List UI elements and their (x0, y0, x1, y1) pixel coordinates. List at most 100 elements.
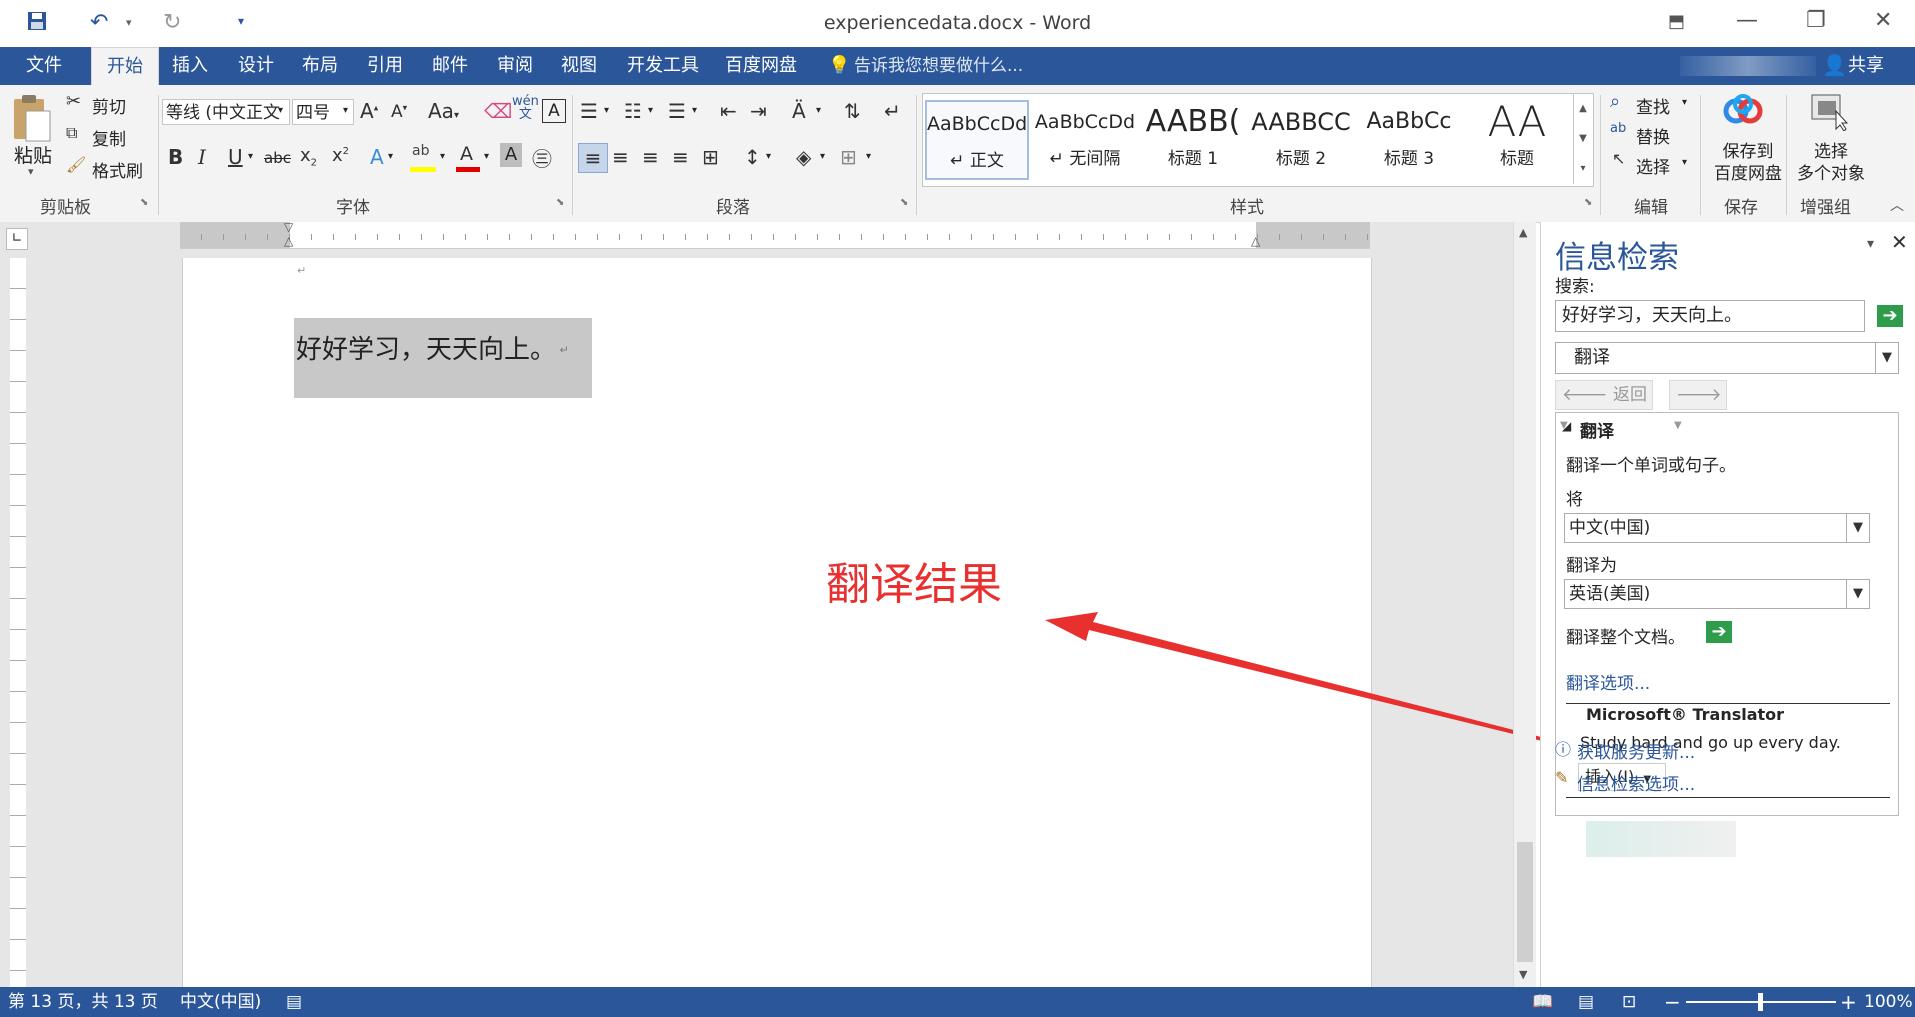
section-collapse-icon[interactable]: ◢ (1562, 419, 1571, 433)
highlight-color-icon[interactable]: ab (410, 143, 436, 173)
to-language-select[interactable]: 英语(美国) ▼ (1564, 579, 1870, 609)
select-arrow-icon[interactable]: ↖ (1612, 149, 1625, 168)
macro-record-icon[interactable]: ▤ (286, 987, 302, 1017)
first-line-indent-marker-icon[interactable]: ▽ (284, 220, 293, 234)
scroll-up-icon[interactable]: ▲ (1519, 226, 1527, 239)
style-title[interactable]: AA 标题 (1465, 100, 1569, 180)
grow-font-icon[interactable]: A▴ (360, 99, 378, 123)
translate-document-arrow-icon[interactable]: ➔ (1706, 621, 1732, 643)
clipboard-launcher-icon[interactable]: ⬊ (140, 197, 148, 208)
align-center-icon[interactable]: ≡ (612, 145, 629, 169)
zoom-level[interactable]: 100% (1864, 987, 1913, 1017)
tab-layout[interactable]: 布局 (292, 47, 348, 85)
font-size-dropdown-icon[interactable]: ▾ (343, 105, 348, 116)
tab-developer[interactable]: 开发工具 (620, 47, 706, 85)
zoom-in-icon[interactable]: + (1840, 987, 1857, 1017)
bold-icon[interactable]: B (168, 145, 183, 169)
highlight-dropdown-icon[interactable]: ▾ (440, 151, 445, 162)
tab-file[interactable]: 文件 (0, 47, 88, 85)
style-heading-1[interactable]: AABB( 标题 1 (1141, 100, 1245, 180)
multilevel-list-icon[interactable]: ☰ (668, 99, 686, 123)
restore-icon[interactable]: ❐ (1806, 8, 1826, 33)
decrease-indent-icon[interactable]: ⇤ (720, 99, 737, 123)
select-multiple-objects-button[interactable]: 选择 多个对象 (1792, 141, 1870, 185)
scissors-icon[interactable]: ✂ (66, 91, 81, 112)
enclose-characters-icon[interactable]: ㊂ (532, 143, 552, 172)
scroll-thumb[interactable] (1517, 842, 1533, 962)
start-search-arrow-icon[interactable]: ➔ (1877, 305, 1903, 327)
align-left-icon[interactable]: ≡ (578, 143, 608, 173)
tab-review[interactable]: 审阅 (487, 47, 543, 85)
ribbon-display-options-icon[interactable]: ⬒ (1668, 11, 1685, 32)
chinese-layout-icon[interactable]: Ä (792, 99, 806, 123)
get-updates-link[interactable]: 获取服务更新... (1577, 738, 1695, 763)
to-language-dropdown-icon[interactable]: ▼ (1846, 580, 1869, 608)
style-heading-3[interactable]: AaBbCc 标题 3 (1357, 100, 1461, 180)
select-multiple-objects-icon[interactable] (1810, 93, 1850, 132)
share-person-icon[interactable]: 👤 (1822, 53, 1847, 77)
tab-insert[interactable]: 插入 (162, 47, 218, 85)
page-count[interactable]: 第 13 页，共 13 页 (8, 987, 158, 1017)
tab-design[interactable]: 设计 (228, 47, 284, 85)
tab-references[interactable]: 引用 (357, 47, 413, 85)
select-button[interactable]: 选择 (1636, 153, 1670, 178)
multilevel-dropdown-icon[interactable]: ▾ (692, 105, 697, 116)
tab-baidu-netdisk[interactable]: 百度网盘 (718, 47, 804, 85)
find-button[interactable]: 查找 (1636, 93, 1670, 118)
zoom-out-icon[interactable]: − (1664, 987, 1681, 1017)
copy-icon[interactable]: ⧉ (66, 123, 77, 143)
borders-dropdown-icon[interactable]: ▾ (866, 151, 871, 162)
translation-options-link[interactable]: 翻译选项... (1566, 669, 1650, 694)
character-shading-icon[interactable]: A (500, 143, 522, 167)
underline-dropdown-icon[interactable]: ▾ (248, 151, 253, 162)
text-effects-icon[interactable]: A (370, 145, 384, 169)
align-right-icon[interactable]: ≡ (642, 145, 659, 169)
increase-indent-icon[interactable]: ⇥ (750, 99, 767, 123)
shrink-font-icon[interactable]: A▾ (391, 102, 407, 122)
selected-text[interactable]: 好好学习，天天向上。 ↵ (294, 318, 592, 398)
styles-scroll-down-icon[interactable]: ▼ (1574, 124, 1592, 154)
shading-icon[interactable]: ◈ (796, 145, 811, 169)
font-color-icon[interactable]: A (456, 143, 480, 173)
paste-dropdown-icon[interactable]: ▾ (28, 165, 34, 178)
tab-view[interactable]: 视图 (551, 47, 607, 85)
bullets-dropdown-icon[interactable]: ▾ (604, 105, 609, 116)
find-icon[interactable]: ⌕ (1610, 91, 1620, 112)
paste-icon[interactable] (10, 93, 52, 145)
service-dropdown-icon[interactable]: ▼ (1875, 343, 1898, 373)
from-language-dropdown-icon[interactable]: ▼ (1846, 514, 1869, 542)
underline-icon[interactable]: U (228, 145, 243, 169)
search-input[interactable]: 好好学习，天天向上。 (1555, 300, 1865, 332)
forward-button[interactable]: 🡒 ▼ (1669, 380, 1727, 431)
numbering-icon[interactable]: ☷ (624, 99, 642, 123)
line-spacing-icon[interactable]: ↕ (744, 145, 761, 169)
pane-close-icon[interactable]: ✕ (1891, 230, 1908, 254)
paste-button[interactable]: 粘贴 (14, 141, 52, 168)
phonetic-guide-icon[interactable]: wén 文 (512, 95, 539, 121)
numbering-dropdown-icon[interactable]: ▾ (648, 105, 653, 116)
copy-button[interactable]: 复制 (92, 125, 126, 150)
web-layout-icon[interactable]: ⊡ (1622, 987, 1636, 1017)
collapse-ribbon-icon[interactable]: ︿ (1890, 195, 1904, 215)
service-select[interactable]: 翻译 ▼ (1555, 342, 1899, 374)
font-launcher-icon[interactable]: ⬊ (556, 197, 564, 208)
find-dropdown-icon[interactable]: ▾ (1682, 97, 1687, 108)
select-dropdown-icon[interactable]: ▾ (1682, 157, 1687, 168)
subscript-icon[interactable]: x2 (300, 145, 317, 169)
close-icon[interactable]: ✕ (1874, 8, 1892, 33)
italic-icon[interactable]: I (198, 145, 206, 169)
line-spacing-dropdown-icon[interactable]: ▾ (766, 151, 771, 162)
hanging-indent-marker-icon[interactable]: △ (284, 234, 293, 248)
tab-home[interactable]: 开始 (91, 47, 159, 86)
styles-launcher-icon[interactable]: ⬊ (1584, 197, 1592, 208)
format-painter-icon[interactable]: 🖌 (66, 155, 86, 174)
styles-scroll-up-icon[interactable]: ▲ (1574, 94, 1592, 124)
read-mode-icon[interactable]: 📖 (1532, 987, 1553, 1017)
language-indicator[interactable]: 中文(中国) (180, 987, 261, 1017)
show-hide-marks-icon[interactable]: ↵ (884, 99, 901, 123)
bullets-icon[interactable]: ☰ (580, 99, 598, 123)
scroll-down-icon[interactable]: ▼ (1519, 968, 1527, 981)
superscript-icon[interactable]: x2 (332, 145, 349, 166)
character-border-icon[interactable]: A (542, 99, 566, 123)
save-to-baidu-button[interactable]: 保存到 百度网盘 (1712, 141, 1784, 185)
